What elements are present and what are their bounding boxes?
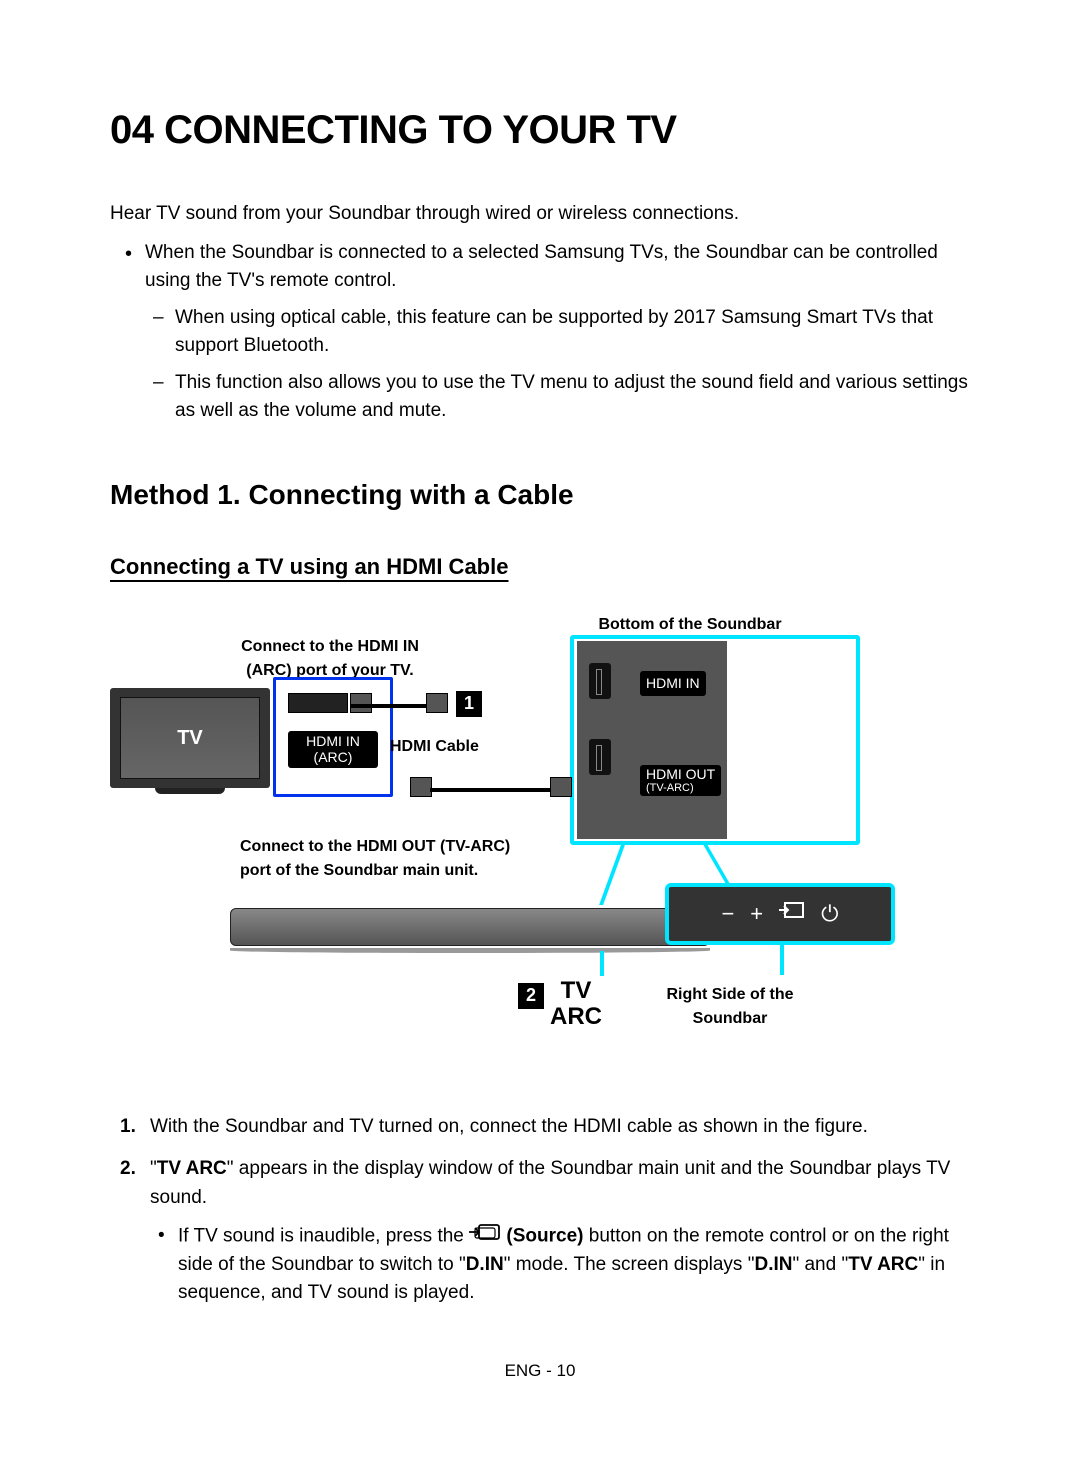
- volume-up-icon: +: [750, 897, 763, 930]
- page-footer: ENG - 10: [110, 1358, 970, 1384]
- bold-text: TV ARC: [848, 1254, 918, 1275]
- dash-item: When using optical cable, this feature c…: [175, 304, 970, 361]
- hdmi-port-icon: [288, 693, 348, 713]
- text: " mode. The screen displays ": [504, 1254, 755, 1275]
- label-line: HDMI IN: [288, 733, 378, 750]
- step-1-badge: 1: [456, 691, 482, 717]
- soundbar-controls-highlight: − + ⏻: [665, 883, 895, 945]
- step-item: With the Soundbar and TV turned on, conn…: [150, 1113, 970, 1142]
- label-line: Soundbar: [650, 1007, 810, 1031]
- step-item: "TV ARC" appears in the display window o…: [150, 1155, 970, 1308]
- connection-diagram: Bottom of the Soundbar Connect to the HD…: [110, 613, 970, 1083]
- sub-heading: Connecting a TV using an HDMI Cable: [110, 550, 970, 583]
- tv-screen: TV: [120, 697, 260, 779]
- bottom-of-soundbar-label: Bottom of the Soundbar: [590, 613, 790, 637]
- tv-icon: TV: [110, 688, 270, 788]
- hdmi-cable-icon: [350, 704, 430, 708]
- intro-text: Hear TV sound from your Soundbar through…: [110, 200, 970, 229]
- source-icon: [469, 1222, 501, 1251]
- method-heading: Method 1. Connecting with a Cable: [110, 474, 970, 516]
- label-line: port of the Soundbar main unit.: [240, 859, 520, 883]
- page-title: 04 CONNECTING TO YOUR TV: [110, 100, 970, 160]
- label-line: ARC: [550, 1004, 602, 1030]
- label-line: Connect to the HDMI OUT (TV-ARC): [240, 835, 520, 859]
- tv-arc-display-label: TV ARC: [550, 978, 602, 1031]
- hdmi-out-port-icon: [589, 739, 611, 775]
- connect-tv-label: Connect to the HDMI IN (ARC) port of you…: [230, 635, 430, 683]
- label-line: (ARC): [288, 749, 378, 766]
- text: ": [150, 1158, 157, 1179]
- leader-line: [599, 845, 625, 905]
- inner-bullet-list: If TV sound is inaudible, press the (Sou…: [150, 1222, 970, 1308]
- bullet-text: When the Soundbar is connected to a sele…: [145, 242, 938, 292]
- inner-bullet-item: If TV sound is inaudible, press the (Sou…: [178, 1222, 970, 1308]
- label-line: Connect to the HDMI IN: [230, 635, 430, 659]
- hdmi-cable-icon: [430, 788, 550, 792]
- tv-label: TV: [177, 723, 203, 753]
- connect-soundbar-label: Connect to the HDMI OUT (TV-ARC) port of…: [240, 835, 520, 883]
- hdmi-in-arc-label: HDMI IN (ARC): [288, 731, 378, 769]
- hdmi-in-port-icon: [589, 663, 611, 699]
- label-line: Right Side of the: [650, 983, 810, 1007]
- right-side-label: Right Side of the Soundbar: [650, 983, 810, 1031]
- hdmi-plug-icon: [350, 693, 372, 713]
- steps-list: With the Soundbar and TV turned on, conn…: [110, 1113, 970, 1308]
- bold-text: D.IN: [754, 1254, 792, 1275]
- step-2-badge: 2: [518, 983, 544, 1009]
- volume-down-icon: −: [721, 897, 734, 930]
- label-line: (TV-ARC): [646, 782, 715, 794]
- label-line: HDMI OUT: [646, 767, 715, 782]
- leader-line: [600, 951, 604, 976]
- soundbar-icon: [230, 908, 710, 946]
- bold-text: D.IN: [466, 1254, 504, 1275]
- bullet-list: When the Soundbar is connected to a sele…: [110, 239, 970, 426]
- bullet-item: When the Soundbar is connected to a sele…: [145, 239, 970, 426]
- label-line: TV: [550, 978, 602, 1004]
- hdmi-in-label: HDMI IN: [640, 671, 706, 696]
- bold-text: (Source): [501, 1225, 583, 1246]
- leader-line: [703, 845, 730, 885]
- dash-list: When using optical cable, this feature c…: [145, 304, 970, 426]
- hdmi-plug-icon: [410, 777, 432, 797]
- text: If TV sound is inaudible, press the: [178, 1225, 469, 1246]
- text: " appears in the display window of the S…: [150, 1158, 950, 1208]
- tv-stand-icon: [155, 788, 225, 794]
- hdmi-plug-icon: [550, 777, 572, 797]
- hdmi-plug-icon: [426, 693, 448, 713]
- leader-line: [780, 945, 784, 975]
- power-icon: ⏻: [821, 897, 838, 930]
- hdmi-out-label: HDMI OUT (TV-ARC): [640, 765, 721, 796]
- dash-item: This function also allows you to use the…: [175, 369, 970, 426]
- source-icon: [779, 897, 805, 930]
- soundbar-shadow: [230, 948, 710, 953]
- hdmi-cable-label: HDMI Cable: [390, 735, 479, 759]
- bold-text: TV ARC: [157, 1158, 227, 1179]
- text: " and ": [792, 1254, 848, 1275]
